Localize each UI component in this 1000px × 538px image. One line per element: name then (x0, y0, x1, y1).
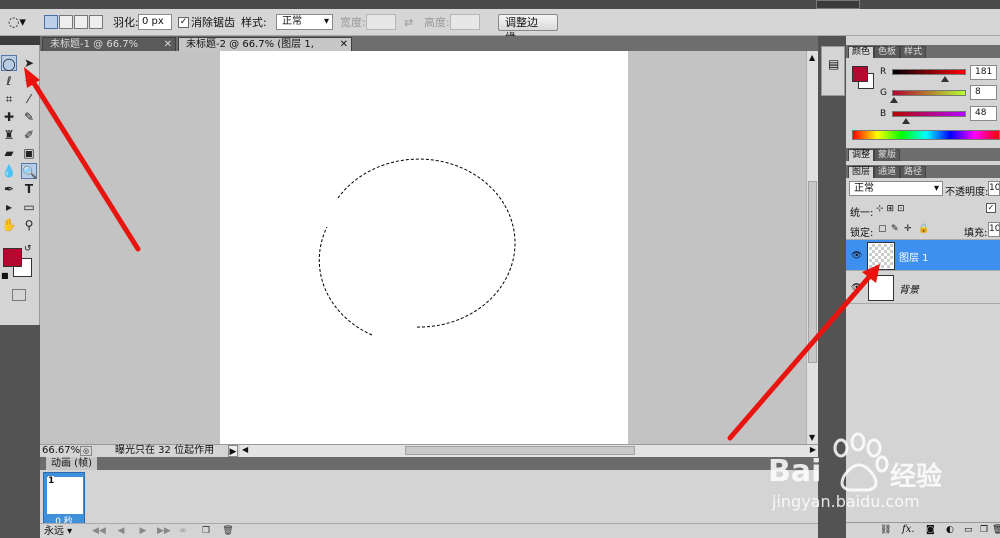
annotation-arrow-tools (29, 77, 141, 252)
foreground-color-swatch[interactable] (3, 248, 22, 267)
photoshop-window: ◌▾ 羽化: 0 px ✓ 消除锯齿 样式: 正常 ▾ 宽度: ⇄ 高度: 调整边… (0, 0, 1000, 538)
annotation-arrow-layers (727, 273, 873, 441)
annotation-arrows (24, 67, 880, 441)
foreground-color-swatch[interactable] (852, 66, 868, 82)
